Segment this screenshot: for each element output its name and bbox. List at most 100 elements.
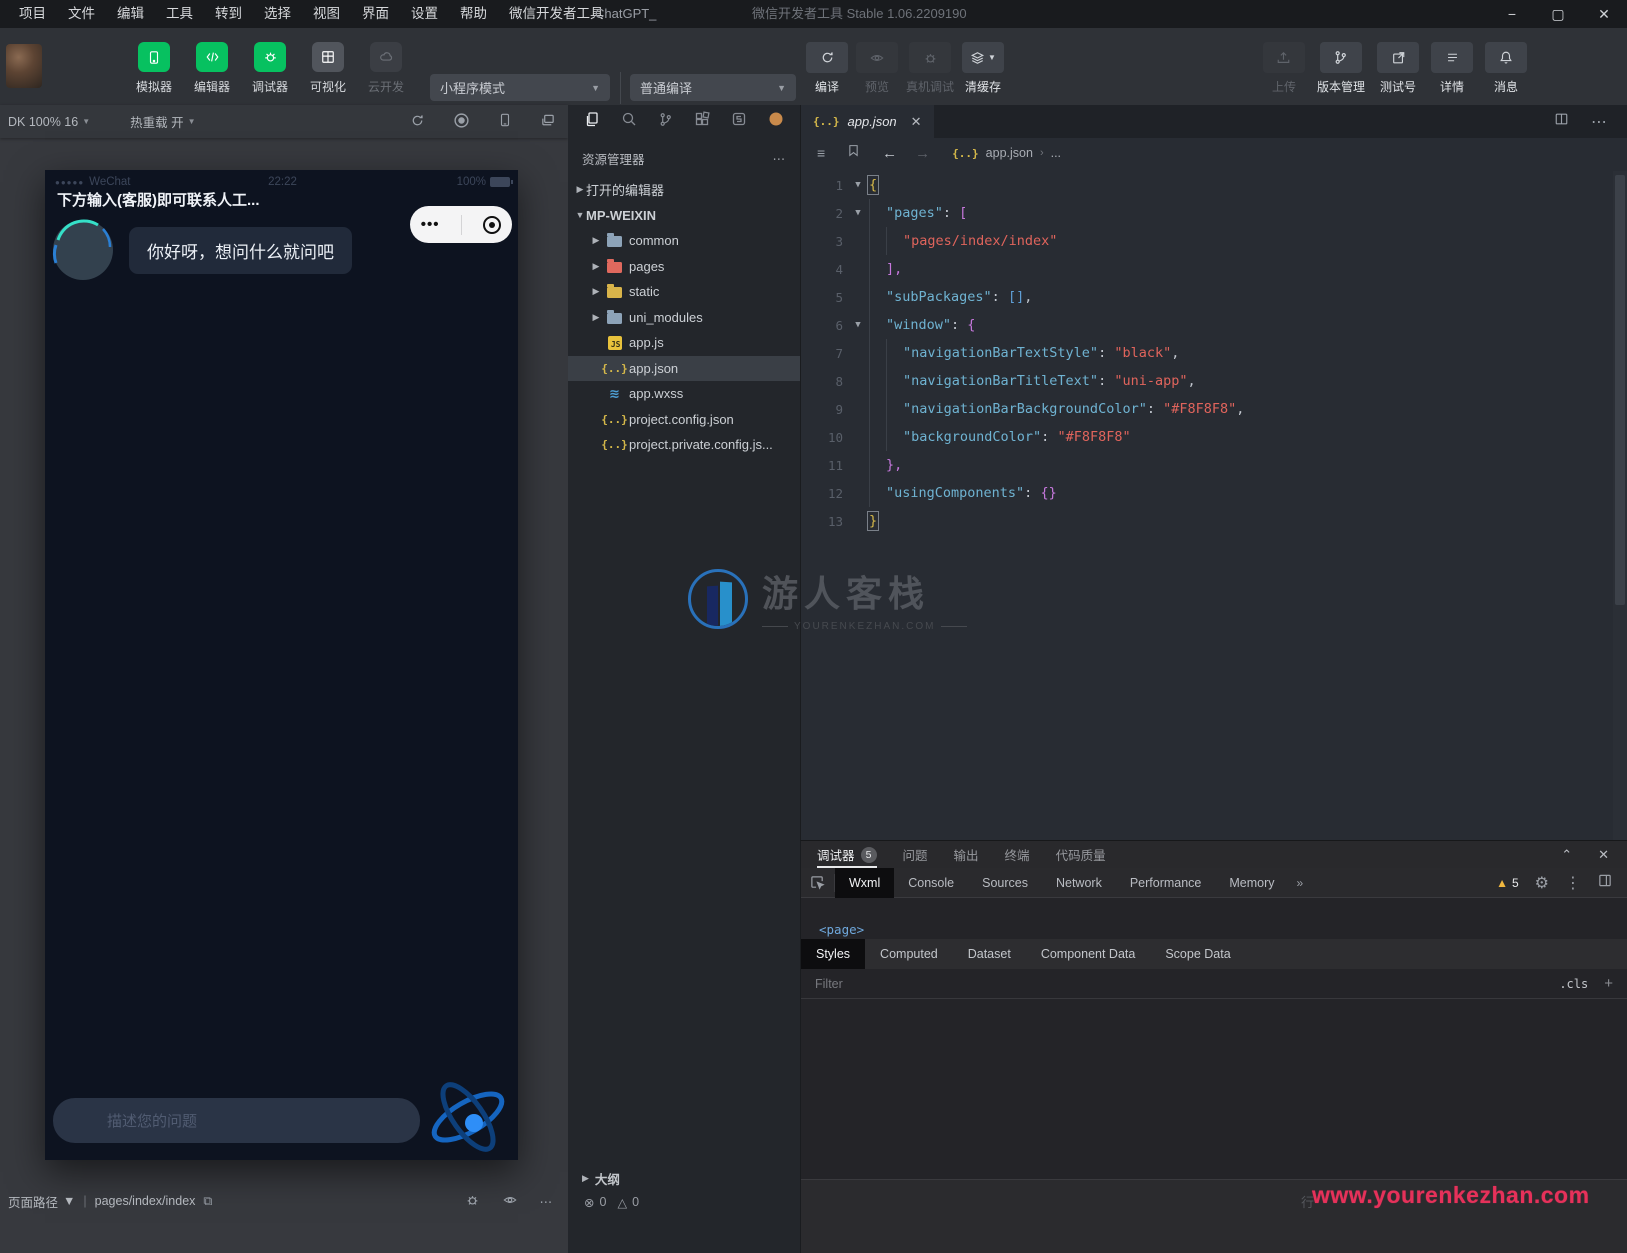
- menu-item-工具[interactable]: 工具: [155, 0, 204, 28]
- editor-more-icon[interactable]: ⋯: [1591, 112, 1609, 132]
- breadcrumb[interactable]: {..} app.json › ...: [952, 146, 1061, 160]
- search-icon[interactable]: [621, 111, 637, 132]
- tool-模拟器[interactable]: 模拟器: [132, 42, 176, 95]
- close-button[interactable]: ✕: [1581, 0, 1627, 28]
- tree-item-app.json[interactable]: {..} app.json: [568, 355, 800, 381]
- tree-item-project.config.json[interactable]: {..} project.config.json: [568, 407, 800, 433]
- mode-select[interactable]: 小程序模式 ▼: [430, 74, 610, 101]
- bookmark-icon[interactable]: [847, 143, 860, 163]
- fold-chevron-icon[interactable]: ▼: [847, 320, 869, 330]
- menu-item-转到[interactable]: 转到: [204, 0, 253, 28]
- add-rule-icon[interactable]: +: [1604, 975, 1613, 992]
- compile-mode-select[interactable]: 普通编译 ▼: [630, 74, 796, 101]
- minimize-button[interactable]: −: [1489, 0, 1535, 28]
- debug-tab-输出[interactable]: 输出: [954, 841, 979, 868]
- warning-counter[interactable]: ▲ 5: [1496, 876, 1519, 890]
- menu-item-帮助[interactable]: 帮助: [449, 0, 498, 28]
- refresh-icon[interactable]: [410, 113, 425, 131]
- cls-toggle[interactable]: .cls: [1559, 977, 1588, 991]
- collapse-icon[interactable]: ⌃: [1561, 847, 1572, 863]
- branch-icon[interactable]: [658, 112, 673, 132]
- tab-app-json[interactable]: {..} app.json ✕: [801, 105, 934, 138]
- copy-icon[interactable]: ⧉: [203, 1194, 212, 1209]
- question-input[interactable]: 描述您的问题: [53, 1098, 420, 1143]
- debug-tab-调试器[interactable]: 调试器 5: [817, 841, 877, 868]
- device-icon[interactable]: [498, 112, 512, 131]
- devtools-tab-Network[interactable]: Network: [1042, 868, 1116, 898]
- action-测试号[interactable]: 测试号: [1377, 42, 1419, 95]
- tool-调试器[interactable]: 调试器: [248, 42, 292, 95]
- page-path-selector[interactable]: 页面路径 ▼: [8, 1192, 75, 1211]
- tab-close-icon[interactable]: ✕: [911, 114, 922, 130]
- assistant-atom-icon[interactable]: [424, 1073, 512, 1160]
- fold-chevron-icon[interactable]: ▼: [847, 208, 869, 218]
- scrollbar-thumb[interactable]: [1615, 175, 1625, 605]
- visibility-eye-icon[interactable]: [502, 1193, 518, 1210]
- styles-tab-Styles[interactable]: Styles: [801, 939, 866, 969]
- kebab-menu-icon[interactable]: ⋮: [1565, 873, 1581, 893]
- action-清缓存[interactable]: ▼ 清缓存: [962, 42, 1005, 95]
- files-icon[interactable]: [584, 111, 600, 132]
- tool-云开发[interactable]: 云开发: [364, 42, 408, 95]
- tool-编辑器[interactable]: 编辑器: [190, 42, 234, 95]
- explorer-more-icon[interactable]: ⋯: [773, 151, 787, 166]
- tree-item-common[interactable]: ▶ common: [568, 228, 800, 254]
- dock-side-icon[interactable]: [1597, 873, 1613, 893]
- tree-item-pages[interactable]: ▶ pages: [568, 254, 800, 280]
- record-icon[interactable]: [453, 112, 470, 132]
- action-编译[interactable]: 编译: [806, 42, 848, 95]
- fold-chevron-icon[interactable]: ▼: [847, 180, 869, 190]
- tree-item-uni_modules[interactable]: ▶ uni_modules: [568, 305, 800, 331]
- devtools-tab-Memory[interactable]: Memory: [1215, 868, 1288, 898]
- more-menu-icon[interactable]: •••: [421, 216, 440, 233]
- outline-section[interactable]: ▶ 大纲: [568, 1167, 620, 1189]
- filter-input[interactable]: Filter: [815, 977, 843, 991]
- editor-scrollbar[interactable]: [1613, 171, 1627, 840]
- tree-item-打开的编辑器[interactable]: ▶ 打开的编辑器: [568, 177, 800, 203]
- action-消息[interactable]: 消息: [1485, 42, 1527, 95]
- outline-list-icon[interactable]: ≡: [817, 145, 825, 161]
- more-options-icon[interactable]: ⋯: [540, 1194, 555, 1209]
- menu-item-视图[interactable]: 视图: [302, 0, 351, 28]
- maximize-button[interactable]: ▢: [1535, 0, 1581, 28]
- action-版本管理[interactable]: 版本管理: [1317, 42, 1365, 95]
- inspect-element-icon[interactable]: [801, 873, 835, 892]
- debug-tab-问题[interactable]: 问题: [903, 841, 928, 868]
- tool-可视化[interactable]: 可视化: [306, 42, 350, 95]
- code-area[interactable]: 1 ▼{2 ▼ "pages": [3 "pages/index/index" 4], 5 "…: [801, 171, 1613, 840]
- user-avatar[interactable]: [6, 44, 42, 88]
- styles-tab-Computed[interactable]: Computed: [865, 939, 953, 969]
- debug-tab-代码质量[interactable]: 代码质量: [1056, 841, 1106, 868]
- styles-tab-Dataset[interactable]: Dataset: [953, 939, 1026, 969]
- tree-item-static[interactable]: ▶ static: [568, 279, 800, 305]
- tree-item-MP-WEIXIN[interactable]: ▼ MP-WEIXIN: [568, 203, 800, 229]
- devtools-tab-Console[interactable]: Console: [894, 868, 968, 898]
- extensions-icon[interactable]: [694, 111, 710, 132]
- elements-tree[interactable]: <page>: [801, 898, 1627, 939]
- devtools-tab-Sources[interactable]: Sources: [968, 868, 1042, 898]
- snippet-icon[interactable]: [731, 111, 747, 132]
- multi-window-icon[interactable]: [540, 113, 556, 131]
- menu-item-项目[interactable]: 项目: [8, 0, 57, 28]
- device-zoom-selector[interactable]: DK 100% 16 ▼: [8, 115, 90, 129]
- action-详情[interactable]: 详情: [1431, 42, 1473, 95]
- npm-icon[interactable]: [768, 111, 784, 132]
- element-node[interactable]: <page>: [819, 922, 864, 937]
- tree-item-project.private.config.js...[interactable]: {..} project.private.config.js...: [568, 432, 800, 458]
- styles-tab-Scope-Data[interactable]: Scope Data: [1150, 939, 1245, 969]
- styles-tab-Component-Data[interactable]: Component Data: [1026, 939, 1151, 969]
- exit-target-icon[interactable]: [483, 215, 502, 234]
- menu-item-选择[interactable]: 选择: [253, 0, 302, 28]
- close-panel-icon[interactable]: ✕: [1598, 847, 1609, 863]
- devtools-tab-Performance[interactable]: Performance: [1116, 868, 1216, 898]
- more-tabs-icon[interactable]: »: [1289, 876, 1312, 890]
- debug-tab-终端[interactable]: 终端: [1005, 841, 1030, 868]
- menu-item-文件[interactable]: 文件: [57, 0, 106, 28]
- menu-item-界面[interactable]: 界面: [351, 0, 400, 28]
- devtools-tab-Wxml[interactable]: Wxml: [835, 867, 895, 898]
- hot-reload-toggle[interactable]: 热重载 开 ▼: [130, 112, 195, 131]
- menu-item-编辑[interactable]: 编辑: [106, 0, 155, 28]
- navigate-forward-icon[interactable]: →: [915, 145, 930, 162]
- vconsole-bug-icon[interactable]: [465, 1193, 480, 1210]
- tree-item-app.js[interactable]: JS app.js: [568, 330, 800, 356]
